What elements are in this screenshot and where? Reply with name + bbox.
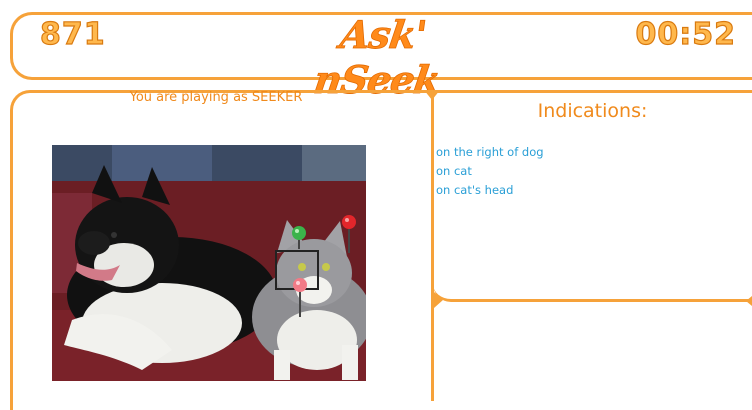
lower-right-panel [433,303,752,401]
game-logo: Ask' nSeek [311,12,443,103]
indications-title: Indications: [537,100,648,122]
indications-list: on the right of dog on cat on cat's head [436,143,544,200]
timer-display: 00:52 [635,16,736,52]
role-indicator: You are playing as SEEKER [129,90,303,105]
indication-item: on the right of dog [436,145,544,159]
game-image[interactable] [52,145,366,381]
panel-notch-right [746,296,752,306]
indication-item: on cat's head [436,183,514,197]
indication-item: on cat [436,164,472,178]
photo-scene[interactable] [52,145,366,381]
score-counter: 871 [39,16,106,52]
panel-notch [434,292,443,308]
